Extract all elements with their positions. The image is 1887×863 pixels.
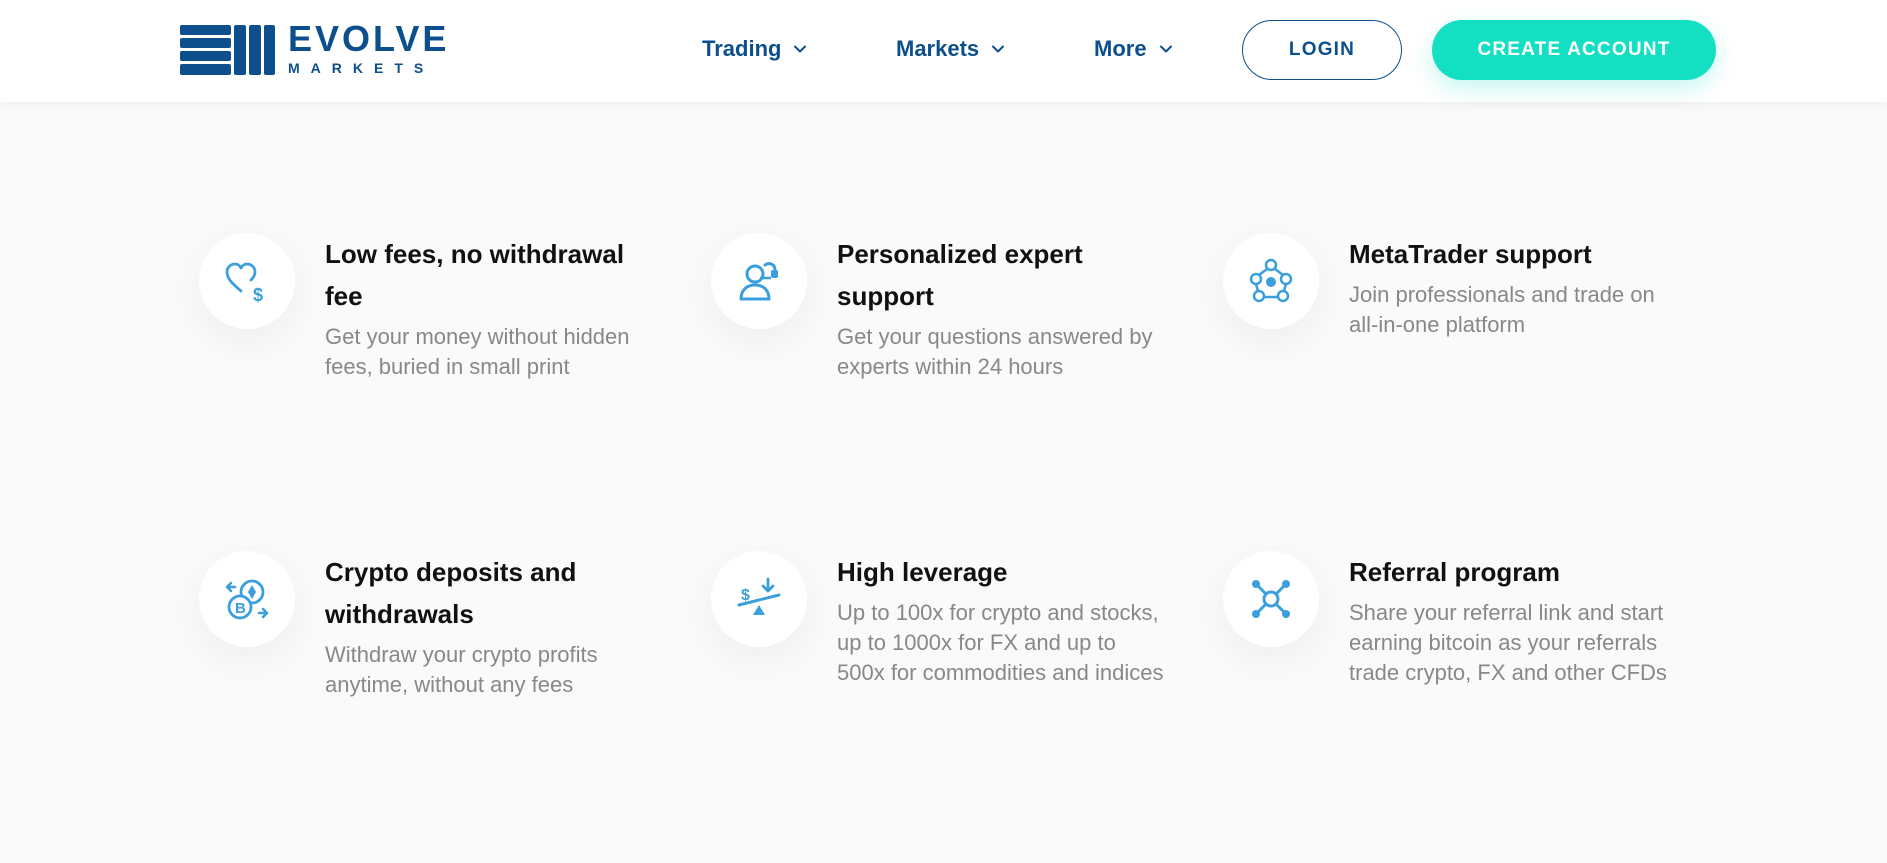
feature-icon-circle: B	[199, 551, 295, 647]
svg-text:$: $	[741, 587, 750, 604]
svg-text:B: B	[235, 600, 246, 617]
nav-markets-label: Markets	[896, 36, 980, 61]
feature-description: Get your questions answered by experts w…	[837, 324, 1153, 379]
feature-title: Personalized expert support	[837, 239, 1083, 311]
feature-text: Low fees, no withdrawal fee Get your mon…	[325, 233, 655, 382]
feature-icon-circle: $	[199, 233, 295, 329]
feature-description: Up to 100x for crypto and stocks, up to …	[837, 600, 1164, 685]
referral-network-icon	[1252, 580, 1290, 618]
logo-mark-icon	[180, 25, 275, 75]
chevron-down-icon	[794, 45, 807, 53]
leverage-scale-icon: $	[737, 577, 781, 615]
chevron-down-icon	[1159, 45, 1172, 53]
create-account-button[interactable]: CREATE ACCOUNT	[1432, 20, 1716, 80]
feature-description: Withdraw your crypto profits anytime, wi…	[325, 642, 598, 697]
nav-more[interactable]: More	[1094, 36, 1173, 62]
nav-more-label: More	[1094, 36, 1147, 61]
feature-text: Referral program Share your referral lin…	[1349, 551, 1679, 688]
support-agent-icon	[739, 262, 778, 301]
feature-icon-circle: $	[711, 551, 807, 647]
feature-text: High leverage Up to 100x for crypto and …	[837, 551, 1167, 688]
feature-icon-circle	[1223, 233, 1319, 329]
nav-markets[interactable]: Markets	[896, 36, 1005, 62]
logo-text: EVOLVE MARKETS	[288, 18, 450, 77]
feature-title: Low fees, no withdrawal fee	[325, 239, 625, 311]
feature-description: Get your money without hidden fees, buri…	[325, 324, 630, 379]
feature-title: MetaTrader support	[1349, 239, 1592, 269]
chevron-down-icon	[992, 45, 1005, 53]
feature-text: MetaTrader support Join professionals an…	[1349, 233, 1679, 340]
nav-trading-label: Trading	[702, 36, 782, 61]
logo[interactable]: EVOLVE MARKETS	[180, 18, 450, 77]
metatrader-network-icon	[1249, 258, 1293, 303]
heart-dollar-icon: $	[225, 262, 263, 305]
logo-subtitle: MARKETS	[288, 60, 435, 76]
feature-title: Referral program	[1349, 557, 1560, 587]
feature-icon-circle	[711, 233, 807, 329]
feature-title: Crypto deposits and withdrawals	[325, 557, 577, 629]
logo-title: EVOLVE	[288, 18, 450, 59]
nav-trading[interactable]: Trading	[702, 36, 807, 62]
svg-text:$: $	[253, 285, 263, 305]
crypto-exchange-icon: B	[225, 579, 269, 620]
feature-text: Personalized expert support Get your que…	[837, 233, 1167, 382]
feature-description: Join professionals and trade on all-in-o…	[1349, 282, 1655, 337]
feature-icon-circle	[1223, 551, 1319, 647]
feature-title: High leverage	[837, 557, 1008, 587]
feature-text: Crypto deposits and withdrawals Withdraw…	[325, 551, 655, 700]
feature-description: Share your referral link and start earni…	[1349, 600, 1667, 685]
login-button[interactable]: LOGIN	[1242, 20, 1402, 80]
site-header: EVOLVE MARKETS Trading Markets More LOGI…	[0, 0, 1887, 102]
